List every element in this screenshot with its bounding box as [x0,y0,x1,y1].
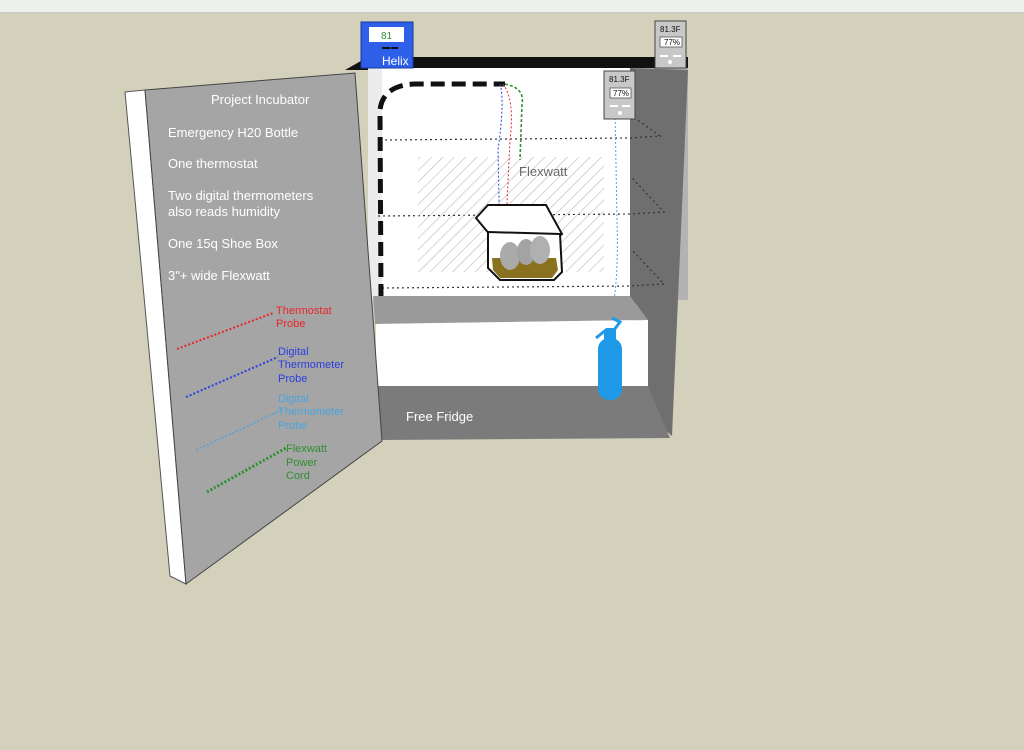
legend-label: Digital [278,393,309,405]
feature-thermostat: One thermostat [168,156,258,171]
egg [500,242,520,270]
feature-thermometers: Two digital thermometers [168,188,314,203]
feature-shoe-box: One 15q Shoe Box [168,236,278,251]
legend-label: Thermometer [278,359,344,371]
flexwatt-label: Flexwatt [519,164,568,179]
top-digital-thermometer: 81.3F 77% [654,20,687,69]
divider-shelf [373,296,648,324]
thermostat-reading: 81 [381,31,393,42]
inner-thermometer-humidity: 77% [613,89,629,98]
shoe-box [474,204,564,281]
feature-bottle: Emergency H20 Bottle [168,125,298,140]
legend-label: Thermometer [278,406,344,418]
incubator-diagram: Flexwatt 81.3F 77% Free Fridge Project I… [124,20,688,585]
thermostat-brand: Helix [382,54,409,68]
top-thermometer-temp: 81.3F [660,25,681,34]
feature-flexwatt: 3"+ wide Flexwatt [168,268,270,283]
helix-thermostat: 81 Helix [360,21,414,69]
door-panel [144,72,383,585]
egg [530,236,550,264]
legend-label: Power [286,457,318,469]
legend-label: Flexwatt [286,443,327,455]
legend-label: Probe [278,373,307,385]
fridge-label: Free Fridge [406,409,473,424]
inner-thermometer-temp: 81.3F [609,75,630,84]
legend-label: Probe [278,420,307,432]
feature-humidity: also reads humidity [168,204,280,219]
legend-label: Thermostat [276,305,332,317]
inner-digital-thermometer: 81.3F 77% [603,70,636,120]
door-title: Project Incubator [211,92,310,107]
top-thermometer-humidity: 77% [664,38,680,47]
legend-label: Digital [278,346,309,358]
legend-label: Cord [286,470,310,482]
legend-label: Probe [276,318,305,330]
